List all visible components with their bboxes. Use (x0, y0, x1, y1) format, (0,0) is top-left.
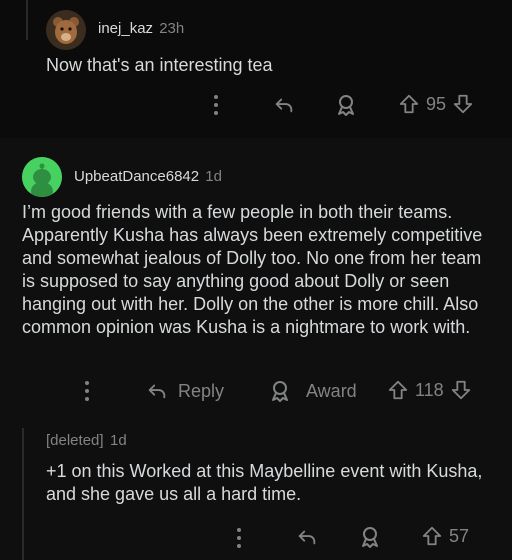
comment-author-row: inej_kaz 23h (98, 20, 184, 37)
upvote-icon[interactable] (387, 379, 409, 401)
more-icon[interactable] (85, 381, 89, 405)
vote-controls: 118 (387, 379, 472, 401)
comment-author-row: [deleted] 1d (46, 432, 127, 450)
comment-1: inej_kaz 23h Now that's an interesting t… (0, 0, 512, 138)
thread-line (22, 428, 24, 560)
upvote-icon[interactable] (398, 93, 420, 115)
reply-icon (273, 94, 295, 116)
upvote-icon[interactable] (421, 525, 443, 547)
award-label: Award (306, 380, 357, 401)
vote-controls: 57 (421, 525, 469, 547)
award-icon (268, 379, 292, 403)
award-button[interactable] (334, 93, 358, 117)
snoo-avatar-icon (22, 157, 62, 197)
comment-author-row: UpbeatDance6842 1d (74, 168, 222, 185)
reply-button[interactable]: Reply (146, 380, 224, 402)
vote-count: 95 (426, 93, 447, 114)
reply-icon (296, 526, 318, 548)
username: [deleted] (46, 432, 104, 449)
username[interactable]: inej_kaz (98, 20, 153, 37)
comment-text: Now that's an interesting tea (46, 55, 273, 75)
vote-controls: 95 (398, 93, 474, 115)
downvote-icon[interactable] (450, 379, 472, 401)
timestamp: 1d (205, 168, 222, 185)
avatar[interactable] (22, 157, 62, 197)
award-button[interactable]: Award (268, 379, 357, 403)
vote-count: 118 (415, 379, 444, 400)
reply-button[interactable] (273, 94, 295, 116)
reply-button[interactable] (296, 526, 318, 548)
comment-text: I’m good friends with a few people in bo… (22, 202, 483, 337)
more-icon[interactable] (237, 528, 241, 552)
thread-line (26, 0, 28, 40)
award-icon (358, 525, 382, 549)
more-icon[interactable] (214, 95, 218, 119)
reply-label: Reply (178, 380, 225, 401)
award-icon (334, 93, 358, 117)
avatar[interactable] (46, 10, 86, 50)
reply-icon (146, 380, 168, 402)
downvote-icon[interactable] (452, 93, 474, 115)
username[interactable]: UpbeatDance6842 (74, 168, 199, 185)
award-button[interactable] (358, 525, 382, 549)
bear-avatar-icon (46, 10, 86, 50)
timestamp: 23h (159, 20, 185, 37)
comment-text: +1 on this Worked at this Maybelline eve… (46, 461, 483, 504)
comment-2: UpbeatDance6842 1d I’m good friends with… (0, 138, 512, 560)
vote-count: 57 (449, 525, 470, 546)
timestamp: 1d (110, 432, 127, 449)
